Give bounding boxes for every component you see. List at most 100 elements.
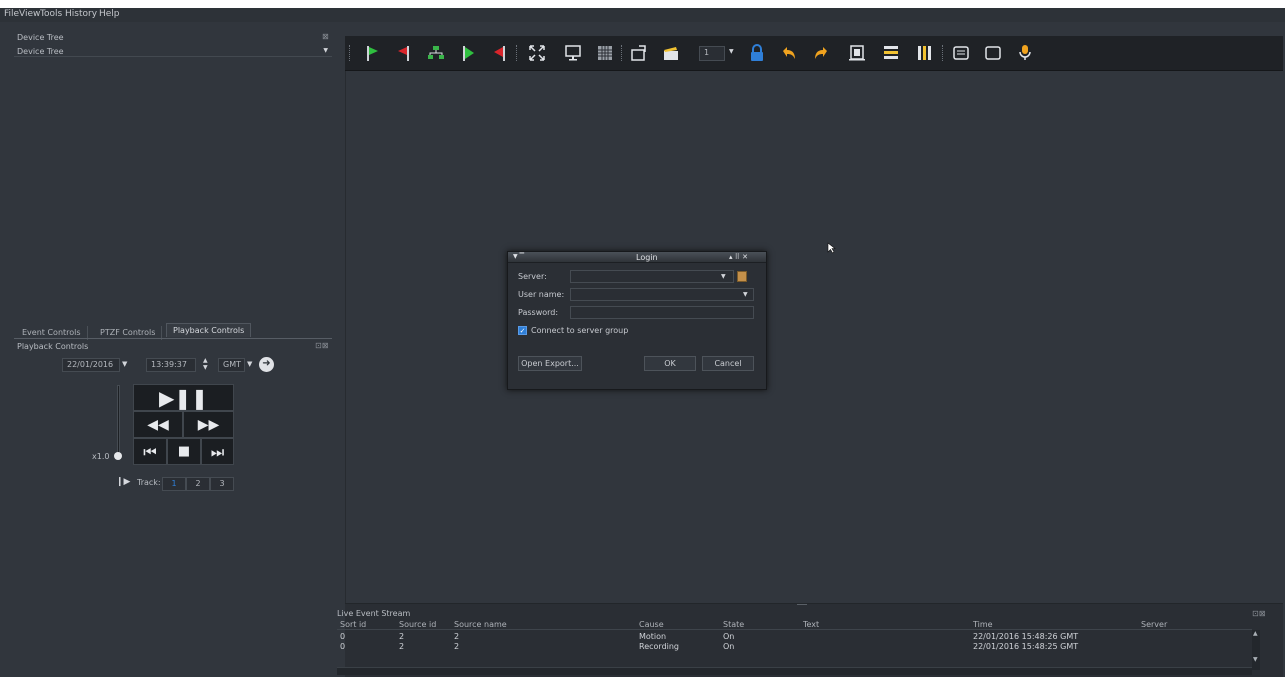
redo-arrow-icon[interactable]: [812, 44, 830, 62]
folder-open-icon[interactable]: [630, 44, 648, 62]
scroll-up-icon[interactable]: ▲: [1253, 630, 1258, 637]
track-3-button[interactable]: 3: [210, 477, 234, 491]
go-to-time-arrow-icon[interactable]: ➜: [259, 357, 274, 372]
menu-bar: File View Tools History Help: [0, 8, 1285, 22]
server-field[interactable]: [570, 270, 734, 283]
frame-icon[interactable]: [848, 44, 866, 62]
speed-slider-handle[interactable]: [114, 452, 122, 460]
col-state[interactable]: State: [723, 620, 744, 629]
speed-slider-track[interactable]: [117, 385, 120, 460]
stop-red-icon[interactable]: [395, 44, 413, 62]
track-2-button[interactable]: 2: [186, 477, 210, 491]
window-controls-icon[interactable]: ▴ ⠿ ✕: [729, 253, 748, 261]
timezone-dropdown-icon[interactable]: ▼: [247, 360, 252, 368]
server-group-label: Connect to server group: [531, 326, 629, 335]
dock-float-icon[interactable]: ⊠: [322, 32, 329, 41]
server-label: Server:: [518, 272, 547, 281]
splitter-handle[interactable]: [797, 604, 807, 606]
menu-history[interactable]: History: [65, 9, 97, 19]
ok-button[interactable]: OK: [644, 356, 696, 371]
toolbar-separator: [349, 45, 351, 61]
fast-forward-button[interactable]: ▶▶: [183, 411, 234, 438]
undo-arrow-icon[interactable]: [780, 44, 798, 62]
cell-source-id: 2: [399, 642, 405, 651]
dock-close-icon[interactable]: ⊡⊠: [315, 341, 328, 350]
cell-time: 22/01/2016 15:48:25 GMT: [973, 642, 1079, 651]
menu-tools[interactable]: Tools: [40, 9, 62, 19]
play-green-small-icon[interactable]: [459, 44, 477, 62]
lock-icon[interactable]: [748, 44, 766, 62]
col-time[interactable]: Time: [973, 620, 993, 629]
rewind-button[interactable]: ◀◀: [133, 411, 183, 438]
grid-icon[interactable]: [596, 44, 614, 62]
playback-controls-title: Playback Controls: [17, 342, 89, 351]
tab-playback-controls[interactable]: Playback Controls: [166, 323, 252, 337]
video-viewer-area[interactable]: [345, 71, 1283, 603]
cancel-button[interactable]: Cancel: [702, 356, 754, 371]
table-row[interactable]: 0 2 2 Recording On 22/01/2016 15:48:25 G…: [337, 642, 1252, 652]
skip-back-button[interactable]: ⏮: [133, 438, 167, 465]
tab-divider: [14, 338, 332, 339]
clapper-icon[interactable]: [662, 44, 680, 62]
scroll-down-icon[interactable]: ▼: [1253, 656, 1258, 663]
date-dropdown-icon[interactable]: ▼: [122, 360, 127, 368]
network-icon[interactable]: [427, 44, 445, 62]
play-pause-icon: ▶❚❚: [159, 385, 208, 410]
col-text[interactable]: Text: [803, 620, 819, 629]
menu-view[interactable]: View: [19, 9, 40, 19]
playback-date-field[interactable]: 22/01/2016: [62, 358, 120, 372]
timezone-field[interactable]: GMT: [218, 358, 245, 372]
vertical-scrollbar[interactable]: ▲ ▼: [1252, 630, 1260, 670]
device-tree-combo[interactable]: Device Tree ▼: [14, 47, 332, 57]
stream-dropdown-icon[interactable]: ▼: [729, 48, 734, 55]
stop-icon: ■: [177, 444, 191, 459]
cell-source-name: 2: [454, 632, 460, 641]
col-cause[interactable]: Cause: [639, 620, 664, 629]
horizontal-scrollbar[interactable]: [337, 667, 1252, 675]
stream-number-field[interactable]: 1: [699, 46, 725, 61]
password-field[interactable]: [570, 306, 754, 319]
screen-icon[interactable]: [952, 44, 970, 62]
col-source-id[interactable]: Source id: [399, 620, 436, 629]
monitor-icon[interactable]: [564, 44, 582, 62]
menu-help[interactable]: Help: [99, 9, 120, 19]
username-label: User name:: [518, 290, 565, 299]
username-field[interactable]: [570, 288, 754, 301]
cell-sort-id: 0: [340, 632, 346, 641]
server-dropdown-icon[interactable]: ▼: [721, 273, 726, 280]
stop-button[interactable]: ■: [167, 438, 201, 465]
list-icon[interactable]: [882, 44, 900, 62]
dock-float-close-icon[interactable]: ⊡⊠: [1252, 609, 1265, 618]
cell-sort-id: 0: [340, 642, 346, 651]
col-source-name[interactable]: Source name: [454, 620, 507, 629]
columns-icon[interactable]: [916, 44, 934, 62]
time-spinner-icon[interactable]: ▲ ▼: [203, 357, 208, 371]
server-book-icon[interactable]: [737, 271, 747, 282]
frame-step-icon[interactable]: ❙▶: [116, 477, 130, 487]
stop-red-small-icon[interactable]: [491, 44, 509, 62]
cell-state: On: [723, 642, 735, 651]
device-tree-view[interactable]: [14, 58, 332, 320]
login-title-bar[interactable]: ▼ ▔ Login ▴ ⠿ ✕: [508, 252, 766, 263]
playback-time-field[interactable]: 13:39:37: [146, 358, 196, 372]
vms-client-window: File View Tools History Help Device Tree…: [0, 8, 1285, 677]
server-group-checkbox[interactable]: ✓: [518, 326, 527, 335]
menu-file[interactable]: File: [4, 9, 19, 19]
table-row[interactable]: 0 2 2 Motion On 22/01/2016 15:48:26 GMT: [337, 632, 1252, 642]
microphone-icon[interactable]: [1016, 44, 1034, 62]
window-menu-icon[interactable]: ▼ ▔: [513, 253, 524, 260]
col-sort-id[interactable]: Sort id: [340, 620, 366, 629]
username-dropdown-icon[interactable]: ▼: [743, 291, 748, 298]
track-1-button[interactable]: 1: [162, 477, 186, 491]
open-export-button[interactable]: Open Export...: [518, 356, 582, 371]
skip-forward-button[interactable]: ⏭: [201, 438, 234, 465]
play-pause-button[interactable]: ▶❚❚: [133, 384, 234, 411]
col-server[interactable]: Server: [1141, 620, 1167, 629]
main-toolbar: 1 ▼: [345, 36, 1283, 71]
screen-outline-icon[interactable]: [984, 44, 1002, 62]
cell-time: 22/01/2016 15:48:26 GMT: [973, 632, 1079, 641]
play-green-icon[interactable]: [363, 44, 381, 62]
fullscreen-icon[interactable]: [528, 44, 546, 62]
login-dialog: ▼ ▔ Login ▴ ⠿ ✕ Server: ▼ User name: ▼ P…: [507, 251, 767, 390]
password-label: Password:: [518, 308, 559, 317]
